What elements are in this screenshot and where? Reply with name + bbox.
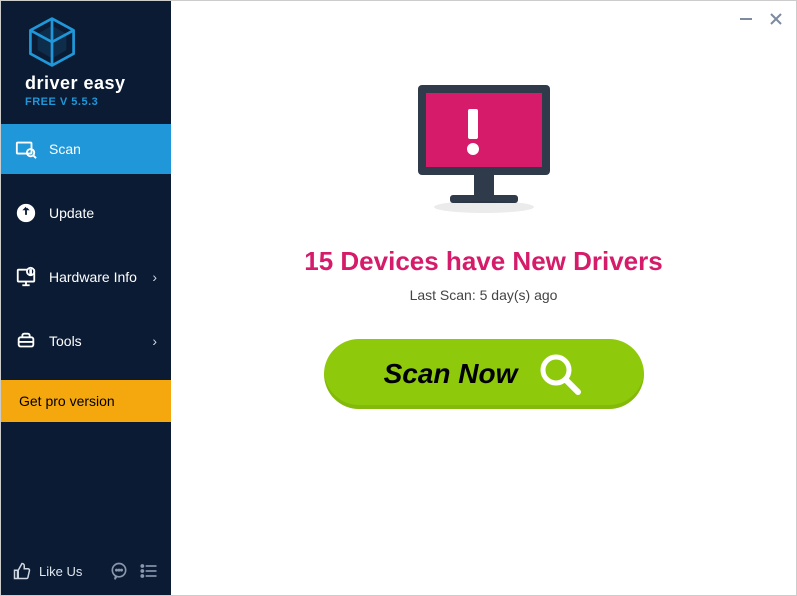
feedback-icon[interactable] (109, 561, 129, 581)
close-button[interactable] (768, 11, 784, 31)
minimize-button[interactable] (738, 11, 754, 31)
close-icon (768, 11, 784, 27)
get-pro-label: Get pro version (19, 393, 115, 409)
nav-label: Scan (49, 141, 157, 157)
app-logo-icon (25, 15, 79, 69)
chevron-right-icon: › (152, 269, 157, 285)
sidebar: driver easy FREE V 5.5.3 Scan (1, 1, 171, 595)
main-content: 15 Devices have New Drivers Last Scan: 5… (171, 1, 796, 595)
sidebar-item-update[interactable]: Update (1, 188, 171, 238)
logo-block: driver easy FREE V 5.5.3 (1, 1, 171, 118)
sidebar-bottom: Like Us (1, 551, 171, 595)
like-us-label: Like Us (39, 564, 82, 579)
get-pro-button[interactable]: Get pro version (1, 380, 171, 422)
nav-label: Update (49, 205, 157, 221)
app-name: driver easy (25, 73, 161, 94)
minimize-icon (738, 11, 754, 27)
scan-now-label: Scan Now (384, 358, 518, 390)
update-icon (15, 202, 37, 224)
hardware-info-icon: i (15, 266, 37, 288)
app-version: FREE V 5.5.3 (25, 96, 161, 108)
scan-result-headline: 15 Devices have New Drivers (304, 246, 662, 277)
sidebar-item-tools[interactable]: Tools › (1, 316, 171, 366)
app-window: driver easy FREE V 5.5.3 Scan (0, 0, 797, 596)
alert-monitor-illustration (404, 79, 564, 224)
sidebar-item-scan[interactable]: Scan (1, 124, 171, 174)
chevron-right-icon: › (152, 333, 157, 349)
nav: Scan Update (1, 124, 171, 380)
last-scan-text: Last Scan: 5 day(s) ago (410, 287, 558, 303)
like-us-button[interactable]: Like Us (13, 562, 82, 580)
magnifier-icon (537, 351, 583, 397)
menu-list-icon[interactable] (139, 561, 159, 581)
nav-label: Hardware Info (49, 269, 152, 285)
tools-icon (15, 330, 37, 352)
nav-label: Tools (49, 333, 152, 349)
thumbs-up-icon (13, 562, 31, 580)
scan-now-button[interactable]: Scan Now (324, 339, 644, 409)
scan-icon (15, 138, 37, 160)
sidebar-item-hardware-info[interactable]: i Hardware Info › (1, 252, 171, 302)
window-controls (738, 11, 784, 31)
